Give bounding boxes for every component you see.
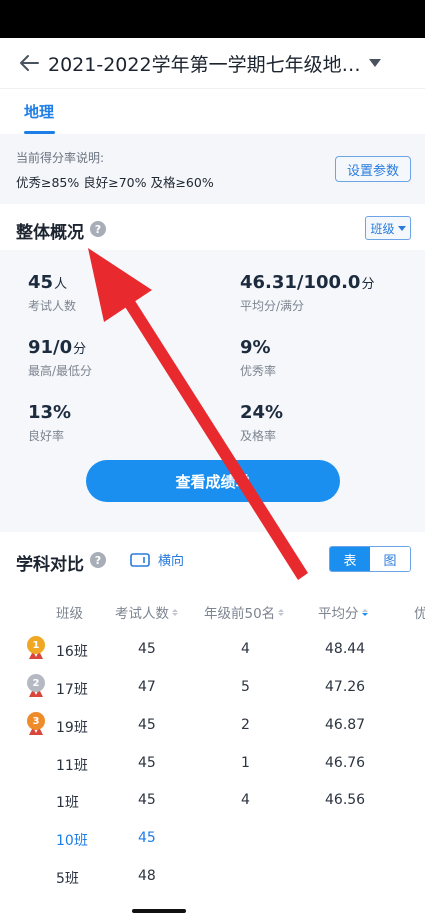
metric-high-low: 91/0分 最高/最低分 [28,337,92,379]
column-header-top50[interactable]: 年级前50名 [204,602,285,622]
rank-medal-icon: 2 [26,674,46,698]
cell-top50: 5 [241,679,250,695]
sort-descending-icon [361,608,368,616]
cell-class[interactable]: 16班 [56,641,88,661]
cell-class[interactable]: 17班 [56,679,88,699]
cell-exam-count: 45 [138,792,156,808]
column-header-exam-count[interactable]: 考试人数 [115,602,178,622]
top-bar: 2021-2022学年第一学期七年级地… [0,38,425,88]
cell-average: 48.44 [325,641,366,657]
metric-excellent-rate: 9% 优秀率 [240,337,276,379]
column-header-class: 班级 [56,606,83,622]
rotate-screen-icon [130,552,150,567]
chart-view-toggle[interactable]: 图 [370,547,410,571]
cell-class[interactable]: 1班 [56,792,79,812]
cell-average: 46.87 [325,717,366,733]
metric-label: 最高/最低分 [28,364,93,378]
cell-exam-count: 45 [138,830,156,846]
metric-value: 91/0分 [28,337,87,358]
cell-class[interactable]: 10班 [56,830,88,850]
sort-icon [172,608,178,616]
metric-value: 45人 [28,272,68,293]
cell-exam-count: 45 [138,641,156,657]
status-bar [0,0,425,38]
cell-exam-count: 47 [138,679,156,695]
metric-pass-rate: 24% 及格率 [240,402,284,444]
landscape-label: 横向 [158,554,185,569]
metric-label: 及格率 [240,429,277,443]
cell-exam-count: 45 [138,755,156,771]
cell-average: 47.26 [325,679,366,695]
exam-title[interactable]: 2021-2022学年第一学期七年级地… [48,50,361,77]
column-header-average[interactable]: 平均分 [318,602,368,622]
metric-exam-count: 45人 考试人数 [28,272,76,314]
view-score-sheet-button[interactable]: 查看成绩单 [86,460,340,502]
scope-select-label: 班级 [370,221,395,236]
set-parameters-button[interactable]: 设置参数 [335,156,411,182]
tab-geography[interactable]: 地理 [24,101,54,122]
exam-dropdown-icon[interactable] [368,59,381,67]
cell-average: 46.76 [325,755,366,771]
cell-top50: 1 [241,755,250,771]
rank-medal-icon: 3 [26,712,46,736]
sort-icon [278,608,285,616]
metric-value: 9% [240,337,271,358]
comparison-help-icon[interactable]: ? [90,552,106,568]
cell-class[interactable]: 11班 [56,755,88,775]
view-toggle: 表 图 [329,546,411,572]
column-header-excellent[interactable]: 优 [414,602,425,622]
scope-select[interactable]: 班级 [365,216,411,240]
rate-thresholds: 优秀≥85% 良好≥70% 及格≥60% [16,175,214,190]
metric-average-score: 46.31/100.0分 平均分/满分 [240,272,374,314]
overview-title: 整体概况 [16,223,84,243]
metric-label: 考试人数 [28,299,77,313]
score-rate-panel: 当前得分率说明: 优秀≥85% 良好≥70% 及格≥60% 设置参数 [0,134,425,204]
metric-label: 良好率 [28,429,65,443]
cell-exam-count: 45 [138,717,156,733]
home-indicator [132,909,186,913]
metric-label: 优秀率 [240,364,277,378]
cell-class[interactable]: 5班 [56,868,79,888]
cell-class[interactable]: 19班 [56,717,88,737]
back-button[interactable] [14,48,44,78]
comparison-title: 学科对比 [16,555,84,575]
back-arrow-icon [20,55,39,71]
landscape-button[interactable]: 横向 [130,550,184,569]
cell-average: 46.56 [325,792,366,808]
metric-good-rate: 13% 良好率 [28,402,72,444]
table-view-toggle[interactable]: 表 [330,547,370,571]
chevron-down-icon [397,225,406,231]
cell-top50: 4 [241,792,250,808]
rate-description-label: 当前得分率说明: [16,151,105,165]
metric-value: 13% [28,402,72,423]
metric-value: 24% [240,402,284,423]
subject-tab-bar: 地理 [0,88,425,134]
cell-exam-count: 48 [138,868,156,884]
metric-label: 平均分/满分 [240,299,305,313]
rank-medal-icon: 1 [26,636,46,660]
overview-help-icon[interactable]: ? [90,221,106,237]
cell-top50: 4 [241,641,250,657]
metric-value: 46.31/100.0分 [240,272,375,293]
cell-top50: 2 [241,717,250,733]
